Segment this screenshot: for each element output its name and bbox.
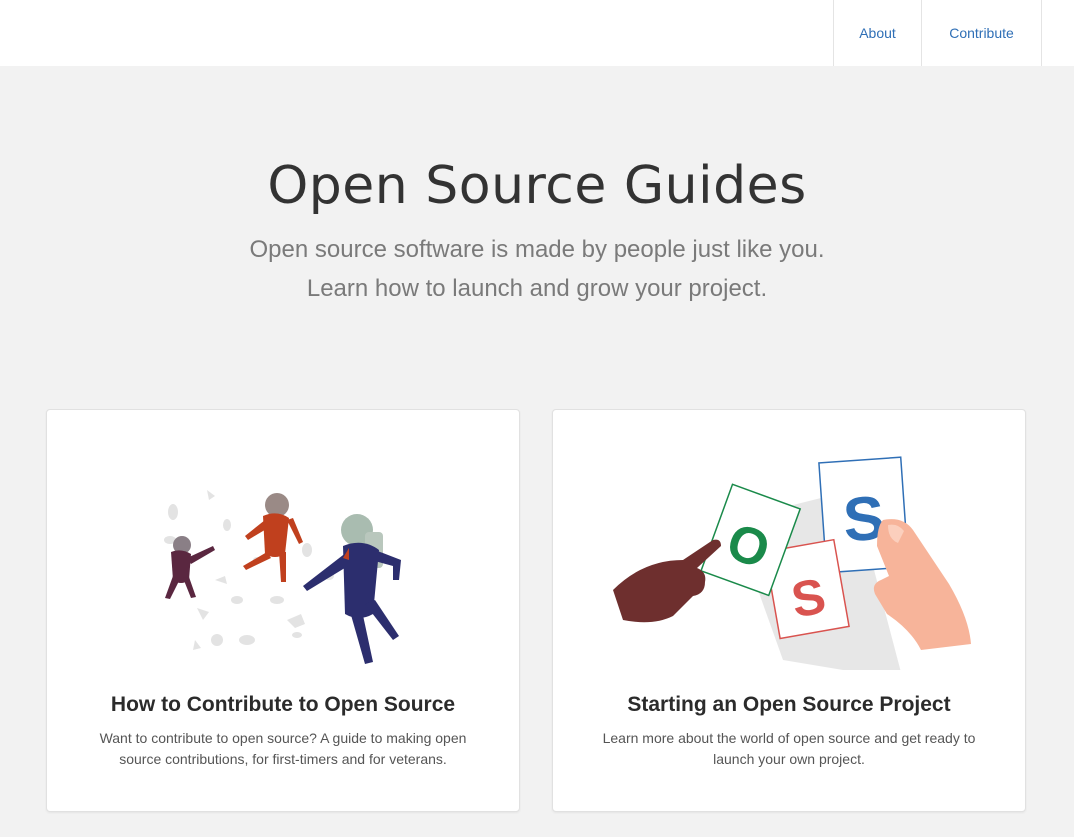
nav-contribute-link[interactable]: Contribute [921, 0, 1042, 66]
page-title: Open Source Guides [267, 156, 807, 216]
hero-subtitle: Open source software is made by people j… [0, 230, 1074, 308]
hero-subtitle-line-2: Learn how to launch and grow your projec… [306, 275, 768, 302]
oss-cards-illustration: S S O [613, 456, 971, 670]
card-title[interactable]: How to Contribute to Open Source [47, 693, 519, 717]
card-description: Learn more about the world of open sourc… [602, 730, 976, 767]
hero: Open Source Guides Open source software … [0, 150, 1074, 308]
astronauts-illustration [164, 490, 401, 664]
nav-about-link[interactable]: About [833, 0, 921, 66]
card-title[interactable]: Starting an Open Source Project [553, 693, 1025, 717]
guide-card-starting[interactable]: S S O Starting an Open Source Project Le… [552, 409, 1026, 812]
top-nav: About Contribute [833, 0, 1042, 66]
top-bar: About Contribute [0, 0, 1074, 66]
guide-card-contribute[interactable]: How to Contribute to Open Source Want to… [46, 409, 520, 812]
card-description: Want to contribute to open source? A gui… [99, 730, 467, 767]
hero-subtitle-line-1: Open source software is made by people j… [249, 236, 825, 263]
